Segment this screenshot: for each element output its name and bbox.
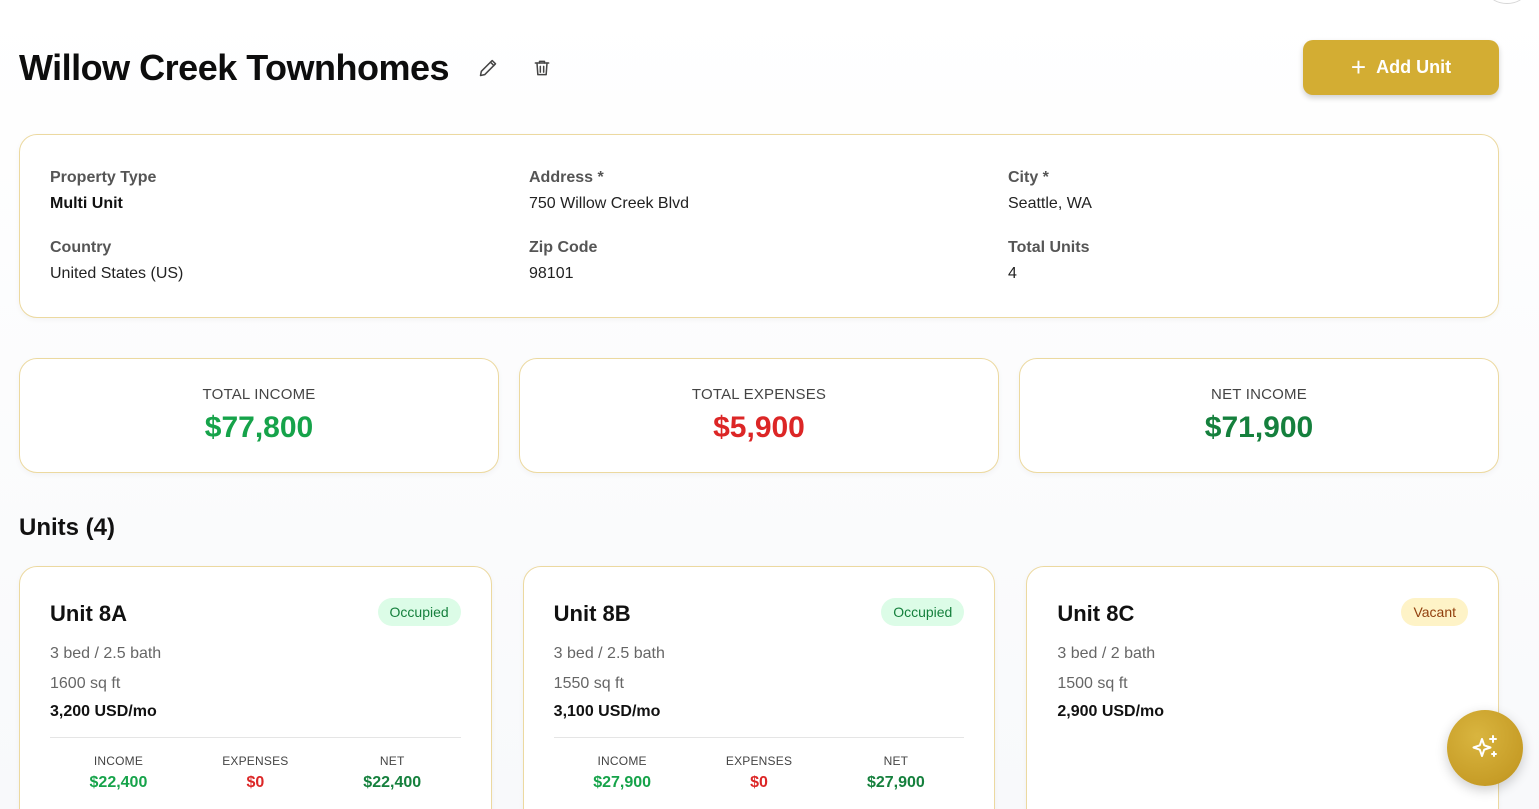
unit-expenses: EXPENSES $0 <box>691 754 828 792</box>
units-section-title: Units (4) <box>19 514 115 541</box>
unit-beds: 3 bed / 2 bath <box>1057 645 1156 662</box>
property-type-label: Property Type <box>50 169 157 186</box>
status-badge: Occupied <box>377 598 461 626</box>
unit-rent: 2,900 USD/mo <box>1057 703 1165 720</box>
unit-net-value: $22,400 <box>363 774 422 791</box>
property-detail-page: Willow Creek Townhomes + Add Unit Proper… <box>0 0 1539 809</box>
address-label: Address * <box>529 169 604 186</box>
total-income-card: TOTAL INCOME $77,800 <box>19 358 499 473</box>
pencil-icon <box>479 59 497 77</box>
net-income-card: NET INCOME $71,900 <box>1019 358 1499 473</box>
total-expenses-card: TOTAL EXPENSES $5,900 <box>519 358 999 473</box>
trash-icon <box>534 60 550 76</box>
plus-icon: + <box>1350 51 1367 82</box>
unit-card[interactable]: Unit 8A Occupied 3 bed / 2.5 bath 1600 s… <box>19 566 492 809</box>
city-label: City * <box>1008 169 1049 186</box>
property-type-value: Multi Unit <box>50 195 123 212</box>
add-unit-button[interactable]: + Add Unit <box>1303 40 1499 95</box>
unit-beds: 3 bed / 2.5 bath <box>553 645 665 662</box>
add-unit-label: Add Unit <box>1376 57 1452 77</box>
unit-card[interactable]: Unit 8B Occupied 3 bed / 2.5 bath 1550 s… <box>522 566 996 809</box>
unit-sqft: 1550 sq ft <box>553 675 624 692</box>
unit-net: NET $27,900 <box>827 754 964 792</box>
address-value: 750 Willow Creek Blvd <box>529 195 690 212</box>
unit-net: NET $22,400 <box>324 754 461 792</box>
unit-card[interactable]: Unit 8C Vacant 3 bed / 2 bath 1500 sq ft… <box>1026 566 1500 809</box>
edit-property-button[interactable] <box>471 51 505 85</box>
unit-income-label: INCOME <box>93 754 144 768</box>
unit-stats: INCOME $27,900 EXPENSES $0 NET $27,900 <box>554 754 965 792</box>
zip-label: Zip Code <box>529 239 598 256</box>
status-badge: Vacant <box>1401 598 1469 626</box>
units-list: Unit 8A Occupied 3 bed / 2.5 bath 1600 s… <box>19 566 1500 809</box>
page-title: Willow Creek Townhomes <box>19 47 450 88</box>
total-units-field: Total Units 4 <box>1008 239 1468 283</box>
net-income-label: NET INCOME <box>1211 386 1307 403</box>
unit-sqft: 1500 sq ft <box>1057 675 1128 692</box>
total-income-value: $77,800 <box>204 411 314 444</box>
address-field: Address * 750 Willow Creek Blvd <box>529 169 1008 213</box>
unit-income-value: $22,400 <box>89 774 148 791</box>
unit-income: INCOME $22,400 <box>50 754 187 792</box>
page-header: Willow Creek Townhomes + Add Unit <box>19 40 1499 96</box>
unit-expenses-value: $0 <box>246 774 265 791</box>
unit-rent: 3,200 USD/mo <box>50 703 157 720</box>
country-field: Country United States (US) <box>50 239 529 283</box>
unit-net-value: $27,900 <box>866 774 925 791</box>
sparkles-icon <box>1472 735 1497 757</box>
total-units-label: Total Units <box>1008 239 1090 256</box>
status-badge: Occupied <box>881 598 965 626</box>
financial-summary: TOTAL INCOME $77,800 TOTAL EXPENSES $5,9… <box>19 358 1499 473</box>
country-label: Country <box>50 239 112 256</box>
total-income-label: TOTAL INCOME <box>202 386 316 403</box>
scroll-indicator[interactable] <box>1489 0 1525 4</box>
zip-field: Zip Code 98101 <box>529 239 1008 283</box>
unit-expenses-value: $0 <box>750 774 768 791</box>
unit-rent: 3,100 USD/mo <box>553 703 661 720</box>
unit-income-label: INCOME <box>597 754 647 768</box>
unit-stats: INCOME $22,400 EXPENSES $0 NET $22,400 <box>50 754 461 792</box>
zip-value: 98101 <box>529 265 574 282</box>
unit-net-label: NET <box>883 754 909 768</box>
divider <box>553 737 965 738</box>
property-type-field: Property Type Multi Unit <box>50 169 529 213</box>
city-field: City * Seattle, WA <box>1008 169 1468 213</box>
unit-net-label: NET <box>379 754 405 768</box>
unit-expenses-label: EXPENSES <box>725 754 793 768</box>
unit-sqft: 1600 sq ft <box>50 675 121 692</box>
total-units-value: 4 <box>1008 265 1017 282</box>
unit-name: Unit 8A <box>50 601 127 626</box>
total-expenses-label: TOTAL EXPENSES <box>691 386 827 403</box>
unit-name: Unit 8B <box>553 601 631 626</box>
unit-name: Unit 8C <box>1057 601 1135 626</box>
unit-income-value: $27,900 <box>593 774 652 791</box>
unit-beds: 3 bed / 2.5 bath <box>50 645 162 662</box>
total-expenses-value: $5,900 <box>713 411 805 444</box>
divider <box>50 737 461 738</box>
unit-expenses: EXPENSES $0 <box>187 754 324 792</box>
net-income-value: $71,900 <box>1204 411 1314 444</box>
delete-property-button[interactable] <box>525 51 559 85</box>
unit-income: INCOME $27,900 <box>554 754 691 792</box>
country-value: United States (US) <box>50 265 184 282</box>
ai-assistant-button[interactable] <box>1447 710 1523 786</box>
property-details-card: Property Type Multi Unit Address * 750 W… <box>19 134 1499 318</box>
unit-expenses-label: EXPENSES <box>222 754 289 768</box>
city-value: Seattle, WA <box>1008 195 1092 212</box>
